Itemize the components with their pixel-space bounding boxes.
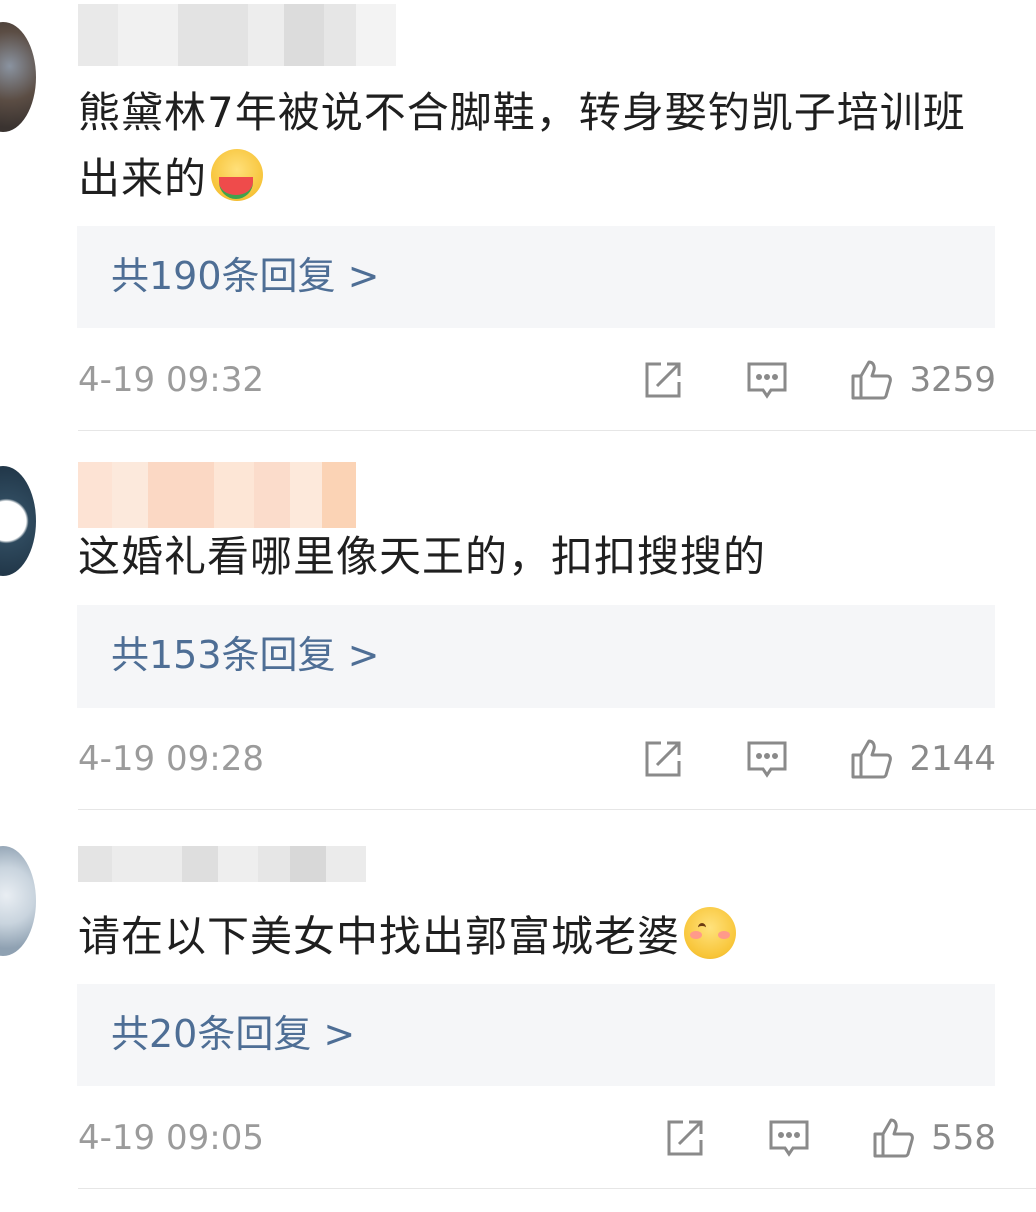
like-button[interactable]: 558 [869,1110,996,1166]
comment-actions: 558 [661,1110,996,1166]
comment-footer: 4-19 09:05 558 [78,1110,996,1166]
share-icon [667,1120,703,1156]
divider [78,1188,1036,1189]
thumbs-up-icon [851,739,893,779]
thumbs-up-icon [873,1118,914,1158]
like-count: 558 [931,1118,996,1158]
like-icon-wrap [847,356,895,404]
comment-text-content: 熊黛林7年被说不合脚鞋，转身娶钓凯子培训班出来的 [78,88,966,203]
comment-text: 这婚礼看哪里像天王的，扣扣搜搜的 [78,524,996,590]
replies-box[interactable]: 共153条回复 > [77,605,995,708]
comment-actions: 2144 [639,731,996,787]
divider [78,430,1036,431]
username-blurred[interactable] [78,4,396,66]
view-replies-link[interactable]: 共20条回复 > [111,1006,355,1062]
share-icon [645,362,681,398]
comment-timestamp: 4-19 09:28 [78,739,264,779]
comment-footer: 4-19 09:28 2144 [78,731,996,787]
share-button[interactable] [639,356,687,404]
comment-button[interactable] [765,1114,813,1162]
comment-button[interactable] [743,735,791,783]
username-blurred[interactable] [78,462,356,528]
comment-button[interactable] [743,356,791,404]
like-button[interactable]: 3259 [847,352,996,408]
like-count: 3259 [909,360,996,400]
avatar[interactable] [0,22,36,132]
avatar[interactable] [0,466,36,576]
comment-text: 熊黛林7年被说不合脚鞋，转身娶钓凯子培训班出来的 [78,80,996,212]
comment-footer: 4-19 09:32 3259 [78,352,996,408]
blushing-smile-emoji [684,907,737,959]
like-count: 2144 [909,739,996,779]
comment-timestamp: 4-19 09:32 [78,360,264,400]
comment-text-content: 这婚礼看哪里像天王的，扣扣搜搜的 [78,532,767,581]
username-blurred[interactable] [78,846,366,882]
comment-icon [769,1120,809,1157]
comment-icon [747,741,787,778]
comment-icon [747,362,787,399]
avatar[interactable] [0,846,36,956]
view-replies-link[interactable]: 共153条回复 > [111,627,379,683]
share-button[interactable] [661,1114,709,1162]
comment-text: 请在以下美女中找出郭富城老婆 [78,904,996,970]
like-button[interactable]: 2144 [847,731,996,787]
thumbs-up-icon [851,360,893,400]
replies-box[interactable]: 共190条回复 > [77,226,995,328]
comment-actions: 3259 [639,352,996,408]
like-icon-wrap [869,1114,917,1162]
share-button[interactable] [639,735,687,783]
like-icon-wrap [847,735,895,783]
replies-box[interactable]: 共20条回复 > [77,984,995,1086]
comment-timestamp: 4-19 09:05 [78,1118,264,1158]
share-icon [645,741,681,777]
comment-text-content: 请在以下美女中找出郭富城老婆 [78,912,681,961]
watermelon-face-emoji [211,149,264,201]
view-replies-link[interactable]: 共190条回复 > [111,248,379,304]
divider [78,809,1036,810]
